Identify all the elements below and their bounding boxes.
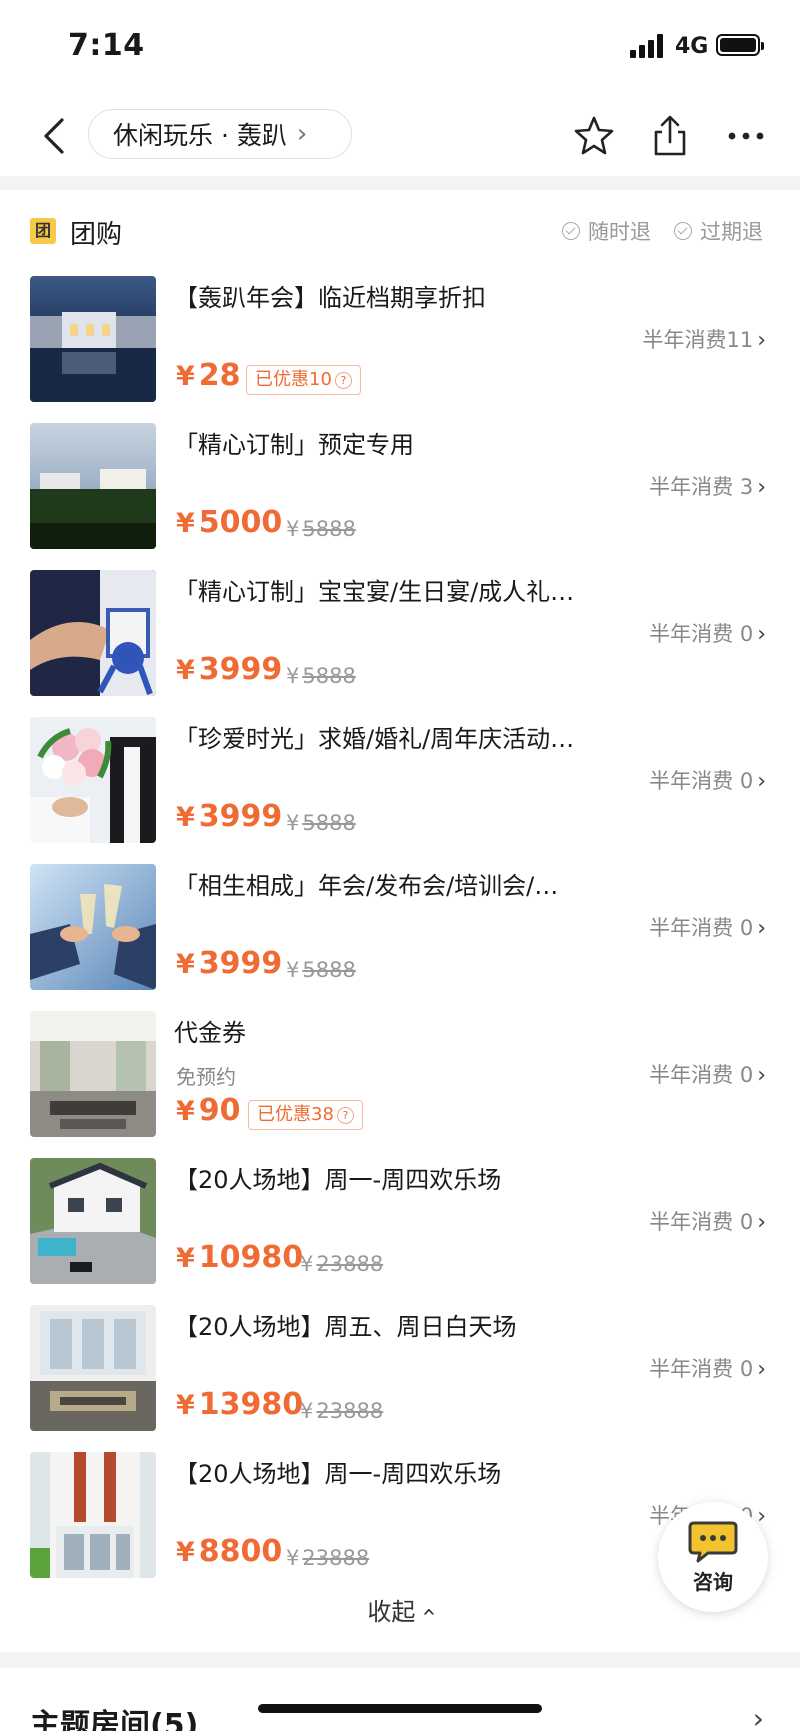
refund-expired: 过期退: [674, 216, 763, 246]
deal-title: 「精心订制」宝宝宴/生日宴/成人礼…: [174, 578, 575, 606]
discount-tag: 已优惠10?: [246, 365, 361, 395]
status-time: 7:14: [68, 28, 145, 63]
chevron-right-icon: ›: [757, 475, 766, 500]
deal-price: ¥5000: [176, 505, 283, 540]
deal-title: 「精心订制」预定专用: [174, 431, 414, 459]
more-icon[interactable]: [724, 114, 768, 158]
deal-title: 【20人场地】周五、周日白天场: [174, 1313, 517, 1341]
deal-sales[interactable]: 半年消费 0›: [649, 1059, 766, 1089]
chevron-right-icon: ›: [757, 1357, 766, 1382]
deal-title: 【轰趴年会】临近档期享折扣: [174, 284, 486, 312]
deal-item[interactable]: 【20人场地】周一-周四欢乐场 半年消费 0 › ¥10980 ¥23888: [0, 1158, 800, 1305]
deal-thumbnail: [30, 717, 156, 843]
group-buy-badge: 团: [30, 218, 56, 244]
deal-price: ¥3999: [176, 946, 283, 981]
category-breadcrumb[interactable]: 休闲玩乐 · 轰趴 ›: [88, 109, 352, 159]
status-bar: 7:14 4G: [0, 0, 800, 96]
chevron-right-icon: ›: [296, 119, 308, 149]
deal-price: ¥13980: [176, 1387, 304, 1422]
deal-title: 代金券: [174, 1019, 246, 1047]
deal-sales[interactable]: 半年消费 0›: [649, 1353, 766, 1383]
group-buy-header: 团 团购 随时退 过期退: [0, 214, 800, 258]
deal-item[interactable]: 代金券 免预约 半年消费 0 › ¥90 已优惠38?: [0, 1011, 800, 1158]
deal-thumbnail: [30, 1305, 156, 1431]
deal-sales[interactable]: 半年消费 0›: [649, 765, 766, 795]
section-divider: [0, 1652, 800, 1668]
deal-subtitle: 免预约: [176, 1065, 236, 1089]
original-price: ¥5888: [286, 958, 356, 982]
section-divider: [0, 176, 800, 190]
deal-item[interactable]: 【20人场地】周五、周日白天场 半年消费 0 › ¥13980 ¥23888: [0, 1305, 800, 1452]
deal-thumbnail: [30, 423, 156, 549]
chevron-right-icon: ›: [757, 1063, 766, 1088]
deal-title: 【20人场地】周一-周四欢乐场: [174, 1460, 502, 1488]
deal-thumbnail: [30, 1011, 156, 1137]
chevron-right-icon: ›: [757, 622, 766, 647]
chevron-right-icon: ›: [757, 1210, 766, 1235]
original-price: ¥23888: [286, 1546, 370, 1570]
consult-label: 咨询: [693, 1570, 733, 1594]
original-price: ¥5888: [286, 811, 356, 835]
nav-bar: 休闲玩乐 · 轰趴 ›: [0, 96, 800, 176]
deal-thumbnail: [30, 570, 156, 696]
chevron-right-icon: ›: [757, 328, 766, 353]
deal-price: ¥28: [176, 358, 241, 393]
deal-sales[interactable]: 半年消费 0›: [649, 1206, 766, 1236]
group-buy-title: 团购: [70, 220, 123, 250]
chevron-right-icon[interactable]: ›: [753, 1702, 764, 1731]
chevron-right-icon: ›: [757, 916, 766, 941]
help-icon[interactable]: ?: [334, 372, 352, 389]
deal-price: ¥3999: [176, 652, 283, 687]
deal-item[interactable]: 「相生相成」年会/发布会/培训会/… 半年消费 0 › ¥3999 ¥5888: [0, 864, 800, 1011]
original-price: ¥23888: [300, 1399, 384, 1423]
chevron-up-icon: ›: [413, 1607, 442, 1617]
deal-item[interactable]: 「珍爱时光」求婚/婚礼/周年庆活动… 半年消费 0 › ¥3999 ¥5888: [0, 717, 800, 864]
chat-icon: [688, 1521, 738, 1563]
back-icon[interactable]: [36, 116, 76, 156]
deal-item[interactable]: 「精心订制」宝宝宴/生日宴/成人礼… 半年消费 0 › ¥3999 ¥5888: [0, 570, 800, 717]
refund-anytime: 随时退: [562, 216, 651, 246]
theme-rooms-title[interactable]: 主题房间(5): [30, 1700, 198, 1731]
signal-icon: [630, 34, 668, 58]
deal-sales[interactable]: 半年消费 0›: [649, 618, 766, 648]
breadcrumb-label: 休闲玩乐 · 轰趴: [113, 121, 287, 150]
deal-thumbnail: [30, 864, 156, 990]
collapse-button[interactable]: 收起 ›: [0, 1592, 800, 1627]
deal-thumbnail: [30, 1158, 156, 1284]
deal-title: 【20人场地】周一-周四欢乐场: [174, 1166, 502, 1194]
app-page: 7:14 4G 休闲玩乐 · 轰趴 › 团 团购 随时退 过期退 【轰趴年会】临…: [0, 0, 800, 1731]
check-icon: [562, 222, 580, 240]
help-icon[interactable]: ?: [336, 1107, 354, 1124]
original-price: ¥5888: [286, 517, 356, 541]
deal-price: ¥10980: [176, 1240, 304, 1275]
deal-thumbnail: [30, 1452, 156, 1578]
deal-sales[interactable]: 半年消费 3 ›: [649, 471, 766, 501]
deal-price: ¥3999: [176, 799, 283, 834]
deal-sales[interactable]: 半年消费 0›: [649, 912, 766, 942]
deal-price: ¥90: [176, 1093, 241, 1128]
chevron-right-icon: ›: [757, 769, 766, 794]
deal-sales[interactable]: 半年消费11 ›: [642, 324, 766, 354]
deal-thumbnail: [30, 276, 156, 402]
original-price: ¥23888: [300, 1252, 384, 1276]
discount-tag: 已优惠38?: [248, 1100, 363, 1130]
deal-title: 「相生相成」年会/发布会/培训会/…: [174, 872, 559, 900]
deal-price: ¥8800: [176, 1534, 283, 1569]
star-icon[interactable]: [572, 114, 616, 158]
share-icon[interactable]: [648, 114, 692, 158]
check-icon: [674, 222, 692, 240]
deal-title: 「珍爱时光」求婚/婚礼/周年庆活动…: [174, 725, 575, 753]
original-price: ¥5888: [286, 664, 356, 688]
deal-item[interactable]: 【轰趴年会】临近档期享折扣 半年消费11 › ¥28 已优惠10?: [0, 276, 800, 423]
network-label: 4G: [675, 34, 709, 59]
battery-icon: [716, 34, 764, 56]
deal-item[interactable]: 「精心订制」预定专用 半年消费 3 › ¥5000 ¥5888: [0, 423, 800, 570]
home-indicator: [258, 1704, 542, 1713]
